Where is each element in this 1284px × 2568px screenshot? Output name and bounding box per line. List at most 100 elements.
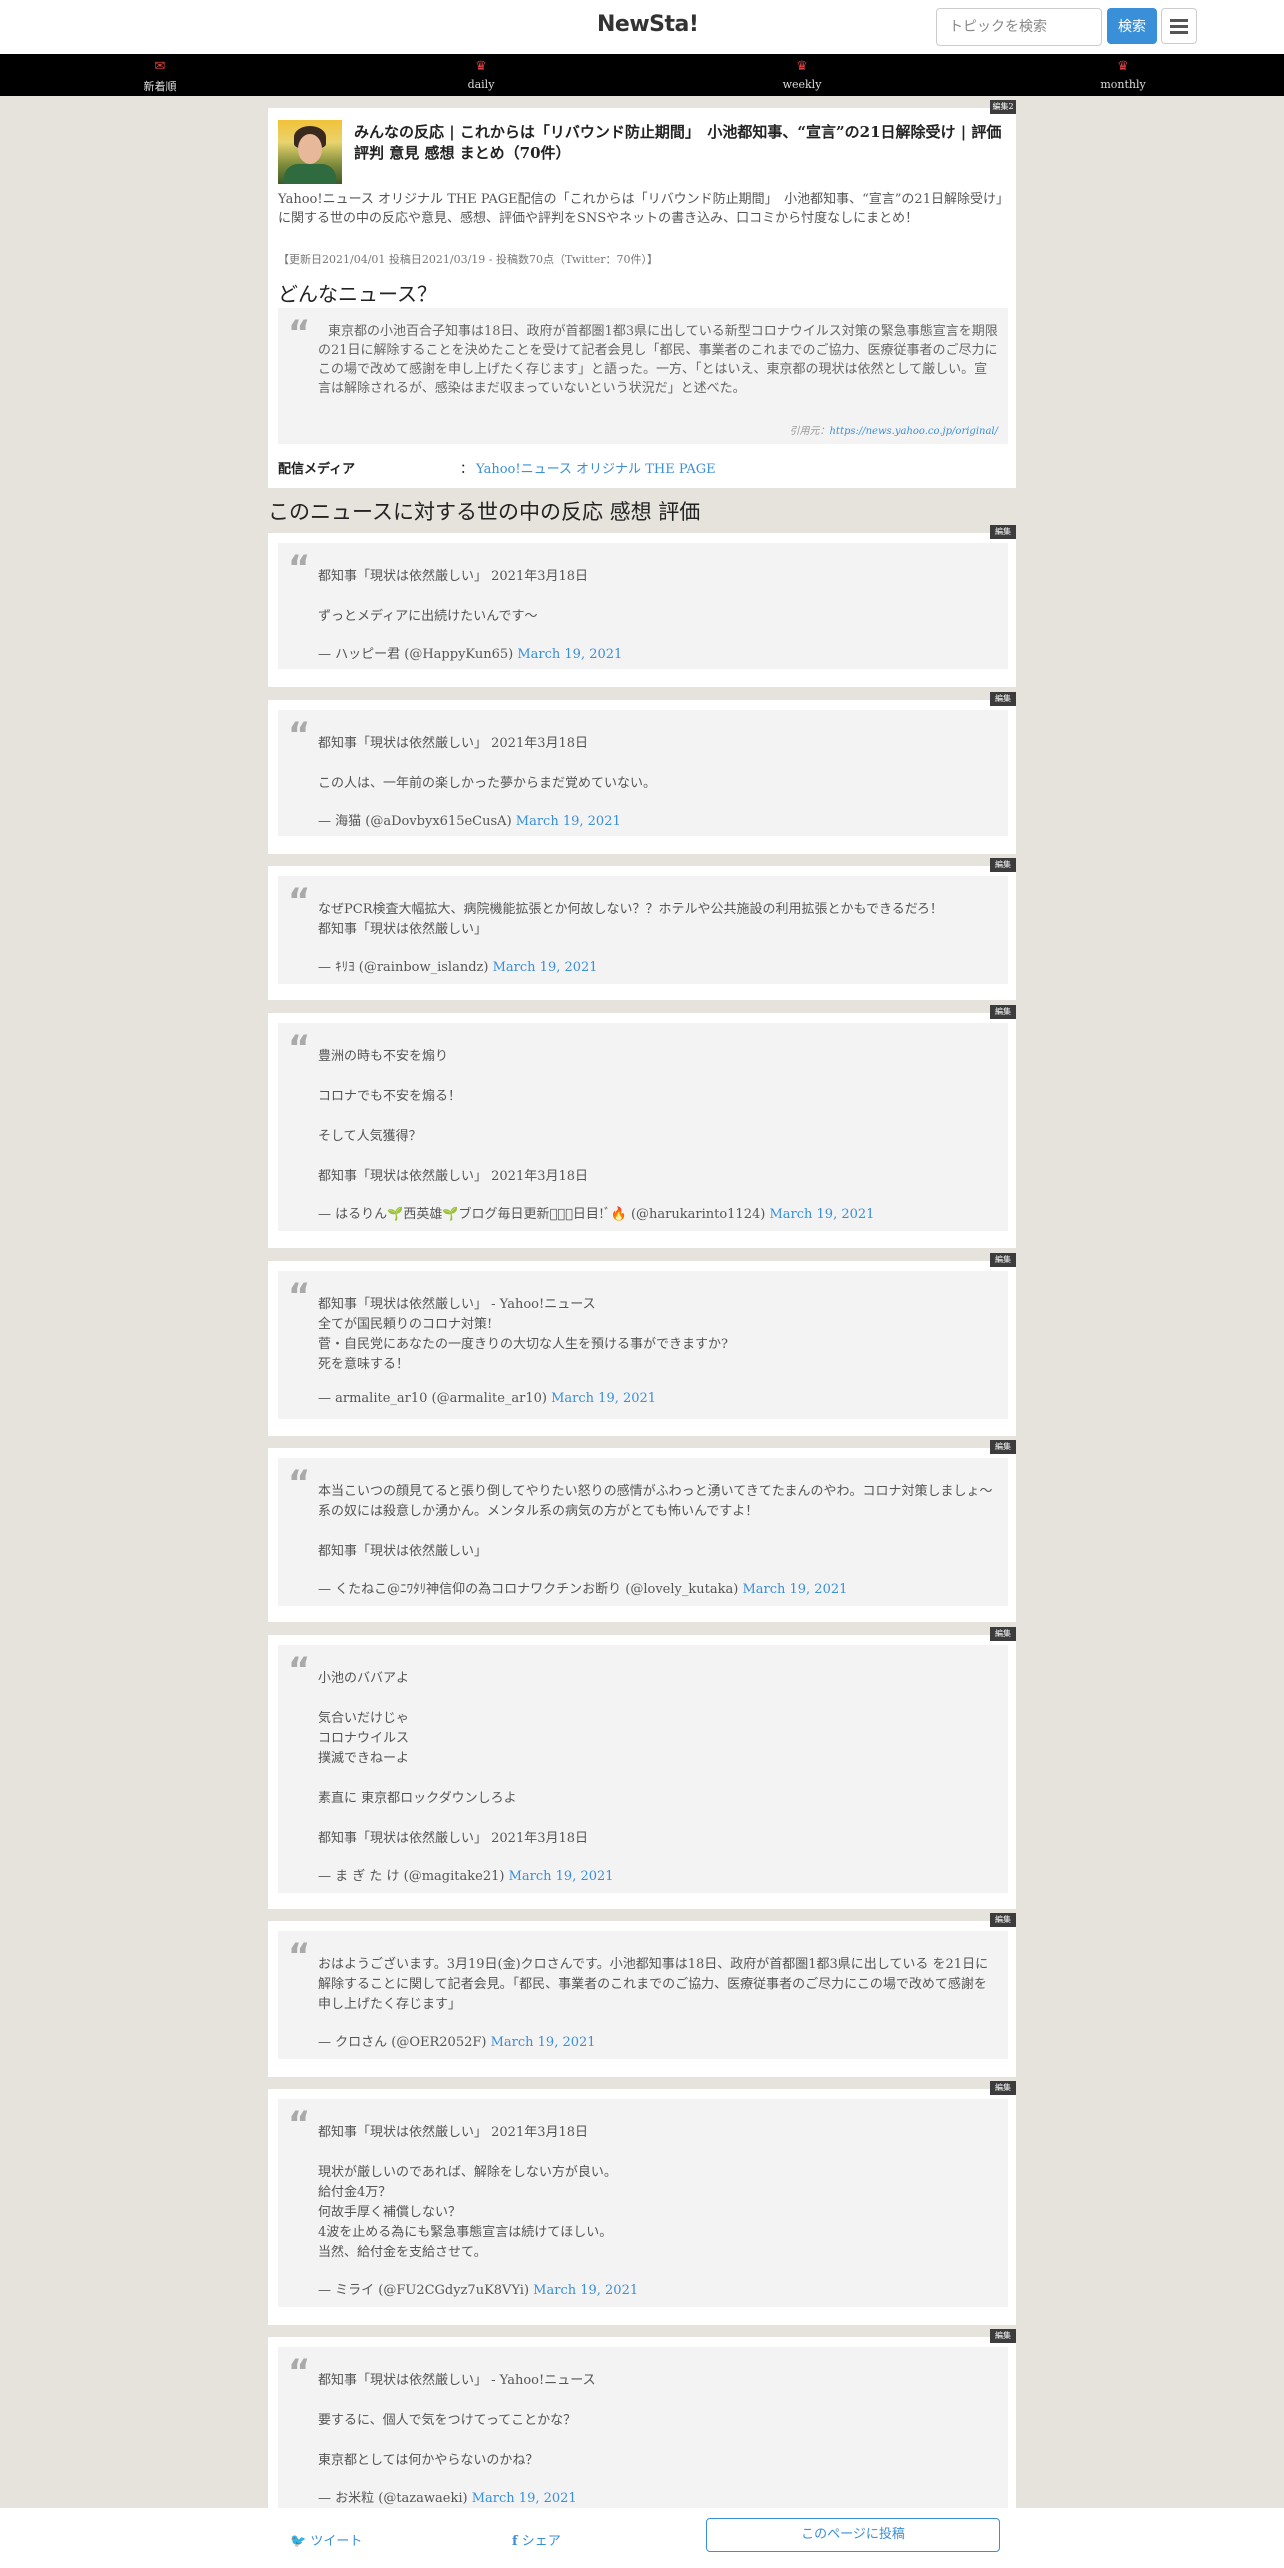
reaction-quote: “ 都知事「現状は依然厳しい」 - Yahoo!ニュース 全てが国民頼りのコロナ… xyxy=(278,1271,1008,1419)
reaction-text: 都知事「現状は依然厳しい」 - Yahoo!ニュース 全てが国民頼りのコロナ対策… xyxy=(318,1297,728,1372)
author-name[interactable]: — クロさん (@OER2052F) xyxy=(318,2035,486,2050)
author-name[interactable]: — armalite_ar10 (@armalite_ar10) xyxy=(318,1391,547,1406)
reaction-author: — クロさん (@OER2052F) March 19, 2021 xyxy=(318,2031,596,2050)
reactions-heading: このニュースに対する世の中の反応 感想 評価 xyxy=(268,500,701,524)
author-name[interactable]: — ハッピー君 (@HappyKun65) xyxy=(318,647,513,662)
reaction-card: 編集 “ おはようございます。3月19日(金)クロさんです。小池都知事は18日、… xyxy=(268,1913,1016,2077)
reaction-card: 編集 “ 都知事「現状は依然厳しい」 - Yahoo!ニュース 要するに、個人で… xyxy=(268,2329,1016,2517)
nav-label: weekly xyxy=(782,78,822,91)
reaction-date[interactable]: March 19, 2021 xyxy=(769,1207,874,1222)
facebook-icon: f xyxy=(512,2534,518,2549)
post-to-page-button[interactable]: このページに投稿 xyxy=(706,2518,1000,2552)
edit-tag[interactable]: 編集 xyxy=(990,1627,1016,1641)
reaction-text: 本当こいつの顔見てると張り倒してやりたい怒りの感情がふわっと湧いてきてたまんのや… xyxy=(318,1484,993,1559)
hamburger-icon[interactable] xyxy=(1161,8,1197,44)
nav-item-new[interactable]: ✉ 新着順 xyxy=(80,56,240,94)
reaction-card: 編集 “ 都知事「現状は依然厳しい」 2021年3月18日 現状が厳しいのであれ… xyxy=(268,2081,1016,2325)
ranking-nav: ✉ 新着順 ♛ daily ♛ weekly ♛ monthly xyxy=(0,54,1284,96)
nav-label: daily xyxy=(467,78,495,91)
reaction-date[interactable]: March 19, 2021 xyxy=(516,814,621,829)
nav-label: monthly xyxy=(1100,78,1146,91)
media-link[interactable]: Yahoo!ニュース オリジナル THE PAGE xyxy=(476,458,716,477)
reaction-text: 都知事「現状は依然厳しい」 2021年3月18日 現状が厳しいのであれば、解除を… xyxy=(318,2125,617,2260)
reaction-date[interactable]: March 19, 2021 xyxy=(472,2491,577,2506)
reaction-text: 都知事「現状は依然厳しい」 2021年3月18日 ずっとメディアに出続けたいんで… xyxy=(318,569,589,624)
search-button[interactable]: 検索 xyxy=(1107,8,1157,44)
author-name[interactable]: — くたねこ@ﾆﾜﾀﾘ神信仰の為コロナワクチンお断り (@lovely_kuta… xyxy=(318,1582,738,1597)
nav-item-daily[interactable]: ♛ daily xyxy=(401,56,561,91)
edit-tag[interactable]: 編集 xyxy=(990,2081,1016,2095)
reaction-text: なぜPCR検査大幅拡大、病院機能拡張とか何故しない？？ホテルや公共施設の利用拡張… xyxy=(318,902,943,937)
quote-icon: “ xyxy=(288,1463,311,1503)
edit-tag[interactable]: 編集 xyxy=(990,1440,1016,1454)
reaction-date[interactable]: March 19, 2021 xyxy=(493,960,598,975)
reaction-card: 編集 “ 都知事「現状は依然厳しい」 - Yahoo!ニュース 全てが国民頼りの… xyxy=(268,1253,1016,1436)
quote-icon: “ xyxy=(288,1276,311,1316)
edit-tag[interactable]: 編集 xyxy=(990,692,1016,706)
top-header: NewSta! 検索 xyxy=(0,0,1284,54)
author-name[interactable]: — 海猫 (@aDovbyx615eCusA) xyxy=(318,814,512,829)
article-title[interactable]: みんなの反応 | これからは「リバウンド防止期間」 小池都知事、“宣言”の21日… xyxy=(354,122,1004,164)
reaction-card: 編集 “ 本当こいつの顔見てると張り倒してやりたい怒りの感情がふわっと湧いてきて… xyxy=(268,1440,1016,1622)
nav-item-weekly[interactable]: ♛ weekly xyxy=(722,56,882,91)
citation-link[interactable]: https://news.yahoo.co.jp/original/ xyxy=(829,426,998,437)
share-label: シェア xyxy=(521,2534,561,2549)
edit-tag[interactable]: 編集 xyxy=(990,525,1016,539)
article-thumbnail[interactable] xyxy=(278,120,342,184)
crown-icon: ♛ xyxy=(475,59,487,74)
media-label: 配信メディア xyxy=(278,462,356,477)
edit-tag[interactable]: 編集 xyxy=(990,2329,1016,2343)
reaction-date[interactable]: March 19, 2021 xyxy=(551,1391,656,1406)
news-quote: “ 東京都の小池百合子知事は18日、政府が首都圏1都3県に出している新型コロナウ… xyxy=(278,308,1008,444)
reaction-quote: “ 小池のババアよ 気合いだけじゃ コロナウイルス 撲滅できねーよ 素直に 東京… xyxy=(278,1645,1008,1893)
reaction-author: — ま ぎ た け (@magitake21) March 19, 2021 xyxy=(318,1865,614,1884)
reaction-card: 編集 “ 都知事「現状は依然厳しい」 2021年3月18日 ずっとメディアに出続… xyxy=(268,525,1016,687)
reaction-author: — ハッピー君 (@HappyKun65) March 19, 2021 xyxy=(318,643,622,662)
reaction-date[interactable]: March 19, 2021 xyxy=(533,2283,638,2298)
edit-tag[interactable]: 編集 xyxy=(990,1005,1016,1019)
crown-icon: ♛ xyxy=(796,59,808,74)
author-name[interactable]: — ま ぎ た け (@magitake21) xyxy=(318,1869,504,1884)
facebook-share-button[interactable]: f シェア xyxy=(512,2530,561,2549)
quote-icon: “ xyxy=(288,1936,311,1976)
tweet-button[interactable]: 🐦 ツイート xyxy=(290,2530,362,2549)
edit-tag[interactable]: 編集 xyxy=(990,1913,1016,1927)
reaction-author: — お米粒 (@tazawaeki) March 19, 2021 xyxy=(318,2487,577,2506)
media-separator: ： xyxy=(460,462,474,477)
author-name[interactable]: — お米粒 (@tazawaeki) xyxy=(318,2491,468,2506)
reaction-author: — armalite_ar10 (@armalite_ar10) March 1… xyxy=(318,1391,656,1406)
author-name[interactable]: — ｷﾘﾖ (@rainbow_islandz) xyxy=(318,960,488,975)
reaction-text: 都知事「現状は依然厳しい」 - Yahoo!ニュース 要するに、個人で気をつけて… xyxy=(318,2373,596,2468)
edit-tag[interactable]: 編集 xyxy=(990,1253,1016,1267)
edit-tag[interactable]: 編集 xyxy=(990,858,1016,872)
author-name[interactable]: — ミライ (@FU2CGdyz7uK8VYi) xyxy=(318,2283,529,2298)
site-logo[interactable]: NewSta! xyxy=(597,12,699,37)
author-name[interactable]: — はるりん🌱西英雄🌱ブログ毎日更新󾓥󾓥󾓥日目!ﾞ🔥 (@harukarinto… xyxy=(318,1207,765,1222)
reaction-text: 豊洲の時も不安を煽り コロナでも不安を煽る！ そして人気獲得？ 都知事「現状は依… xyxy=(318,1049,589,1184)
quote-icon: “ xyxy=(288,313,311,353)
reaction-text: 小池のババアよ 気合いだけじゃ コロナウイルス 撲滅できねーよ 素直に 東京都ロ… xyxy=(318,1671,589,1846)
reaction-text: おはようございます。3月19日(金)クロさんです。小池都知事は18日、政府が首都… xyxy=(318,1957,989,2012)
quote-icon: “ xyxy=(288,881,311,921)
quote-icon: “ xyxy=(288,1028,311,1068)
reaction-date[interactable]: March 19, 2021 xyxy=(517,647,622,662)
search-input[interactable] xyxy=(936,8,1102,46)
nav-item-monthly[interactable]: ♛ monthly xyxy=(1043,56,1203,91)
reaction-quote: “ 都知事「現状は依然厳しい」 - Yahoo!ニュース 要するに、個人で気をつ… xyxy=(278,2347,1008,2517)
quote-icon: “ xyxy=(288,2352,311,2392)
reaction-author: — くたねこ@ﾆﾜﾀﾘ神信仰の為コロナワクチンお断り (@lovely_kuta… xyxy=(318,1578,847,1597)
reaction-quote: “ おはようございます。3月19日(金)クロさんです。小池都知事は18日、政府が… xyxy=(278,1931,1008,2059)
edit-tag[interactable]: 編集2 xyxy=(990,100,1016,114)
reaction-card: 編集 “ 小池のババアよ 気合いだけじゃ コロナウイルス 撲滅できねーよ 素直に… xyxy=(268,1627,1016,1909)
reaction-author: — ｷﾘﾖ (@rainbow_islandz) March 19, 2021 xyxy=(318,956,598,975)
reaction-author: — 海猫 (@aDovbyx615eCusA) March 19, 2021 xyxy=(318,810,621,829)
envelope-icon: ✉ xyxy=(154,59,166,74)
reaction-date[interactable]: March 19, 2021 xyxy=(509,1869,614,1884)
nav-label: 新着順 xyxy=(143,80,177,93)
reaction-date[interactable]: March 19, 2021 xyxy=(742,1582,847,1597)
reaction-quote: “ 都知事「現状は依然厳しい」 2021年3月18日 この人は、一年前の楽しかっ… xyxy=(278,710,1008,836)
quote-icon: “ xyxy=(288,2104,311,2144)
reaction-author: — ミライ (@FU2CGdyz7uK8VYi) March 19, 2021 xyxy=(318,2279,638,2298)
reaction-card: 編集 “ 都知事「現状は依然厳しい」 2021年3月18日 この人は、一年前の楽… xyxy=(268,692,1016,854)
reaction-date[interactable]: March 19, 2021 xyxy=(491,2035,596,2050)
